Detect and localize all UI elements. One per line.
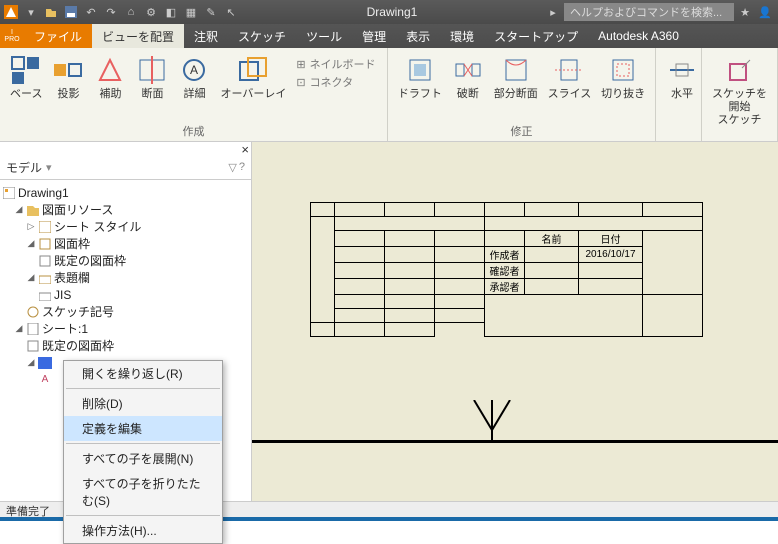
context-menu: 開くを繰り返し(R) 削除(D) 定義を編集 すべての子を展開(N) すべての子… [63,360,223,544]
overlay-button[interactable]: オーバーレイ [216,52,290,103]
tree-frames[interactable]: ◢図面枠 [2,235,249,252]
cm-expand-all[interactable]: すべての子を展開(N) [64,446,222,471]
date-header: 日付 [579,231,643,247]
drawing-canvas[interactable]: 名前日付 作成者 2016/10/17 確認者 承認者 [252,142,778,501]
qat: ▾ ↶ ↷ ⌂ ⚙ ◧ ▦ ✎ ↖ [0,3,240,21]
tree-default-frame[interactable]: 既定の図面枠 [2,252,249,269]
signin-icon[interactable]: 👤 [756,3,774,21]
base-view-button[interactable]: ベース [6,52,46,103]
help-icon[interactable]: ? [239,161,245,174]
help-search[interactable]: ヘルプおよびコマンドを検索... [564,3,734,21]
ribbon-group-modify: 修正 [388,123,655,141]
cm-repeat-open[interactable]: 開くを繰り返し(R) [64,361,222,386]
ribbon-group-create: 作成 [0,123,387,141]
menu-view[interactable]: 表示 [396,24,440,48]
menu-tools[interactable]: ツール [296,24,352,48]
crop-button[interactable]: 切り抜き [597,52,649,103]
dropdown-icon[interactable]: ▾ [46,161,52,174]
home-icon[interactable]: ⌂ [122,3,140,21]
tree-jis[interactable]: JIS [2,286,249,303]
horizontal-button[interactable]: 水平 [662,52,702,103]
breakout-button[interactable]: 部分断面 [490,52,542,103]
detail-view-button[interactable]: A詳細 [174,52,214,103]
connector-icon: ⊡ [296,76,305,89]
qat-icon4[interactable]: ✎ [202,3,220,21]
document-title: Drawing1 [240,5,544,19]
tree-default-frame2[interactable]: 既定の図面枠 [2,337,249,354]
filter-icon[interactable]: ▽ [228,161,236,174]
app-icon[interactable] [2,3,20,21]
undo-icon[interactable]: ↶ [82,3,100,21]
menu-place-view[interactable]: ビューを配置 [92,24,184,48]
menu-file[interactable]: ファイル [24,24,92,48]
tree-root[interactable]: Drawing1 [2,184,249,201]
cm-collapse-all[interactable]: すべての子を折りたたむ(S) [64,471,222,513]
checker-label: 確認者 [485,263,525,279]
menu-env[interactable]: 環境 [440,24,484,48]
ribbon: ベース 投影 補助 断面 A詳細 オーバーレイ ⊞ネイルボード ⊡コネクタ 作成… [0,48,778,142]
sheet-edge [252,440,778,443]
tree-sketch-symbols[interactable]: スケッチ記号 [2,303,249,320]
draft-button[interactable]: ドラフト [394,52,446,103]
tree-sheet-style[interactable]: ▷シート スタイル [2,218,249,235]
menu-startup[interactable]: スタートアップ [484,24,588,48]
svg-text:A: A [190,63,198,77]
menu-manage[interactable]: 管理 [352,24,396,48]
panel-close-icon[interactable]: × [241,142,249,157]
approver-label: 承認者 [485,279,525,295]
tree-titleblocks[interactable]: ◢表題欄 [2,269,249,286]
qat-icon3[interactable]: ▦ [182,3,200,21]
tree-resources[interactable]: ◢図面リソース [2,201,249,218]
save-icon[interactable] [62,3,80,21]
redo-icon[interactable]: ↷ [102,3,120,21]
qat-cursor-icon[interactable]: ↖ [222,3,240,21]
cm-edit-definition[interactable]: 定義を編集 [64,416,222,441]
pro-badge: IPRO [0,24,24,48]
menu-bar: IPRO ファイル ビューを配置 注釈 スケッチ ツール 管理 表示 環境 スタ… [0,24,778,48]
start-sketch-button[interactable]: スケッチを 開始 スケッチ [708,52,771,130]
new-icon[interactable]: ▾ [22,3,40,21]
section-view-button[interactable]: 断面 [132,52,172,103]
menu-sketch[interactable]: スケッチ [228,24,296,48]
dropdown-icon[interactable]: ▸ [544,3,562,21]
break-button[interactable]: 破断 [448,52,488,103]
star-icon[interactable]: ★ [736,3,754,21]
cm-delete[interactable]: 削除(D) [64,391,222,416]
title-bar: ▾ ↶ ↷ ⌂ ⚙ ◧ ▦ ✎ ↖ Drawing1 ▸ ヘルプおよびコマンドを… [0,0,778,24]
date-value: 2016/10/17 [579,247,643,263]
creator-label: 作成者 [485,247,525,263]
aux-view-button[interactable]: 補助 [90,52,130,103]
tree-sheet1[interactable]: ◢シート:1 [2,320,249,337]
open-icon[interactable] [42,3,60,21]
menu-annotate[interactable]: 注釈 [184,24,228,48]
menu-a360[interactable]: Autodesk A360 [588,24,689,48]
slice-button[interactable]: スライス [544,52,596,103]
title-block: 名前日付 作成者 2016/10/17 確認者 承認者 [310,202,703,337]
nailboard-icon: ⊞ [296,58,305,71]
nailboard-button[interactable]: ⊞ネイルボード [296,56,375,72]
connector-button[interactable]: ⊡コネクタ [296,74,375,90]
projection-arrow-symbol [462,400,522,445]
qat-icon2[interactable]: ◧ [162,3,180,21]
cm-how-to[interactable]: 操作方法(H)... [64,518,222,543]
qat-icon[interactable]: ⚙ [142,3,160,21]
name-header: 名前 [525,231,579,247]
panel-title: モデル [6,159,42,176]
projected-view-button[interactable]: 投影 [48,52,88,103]
